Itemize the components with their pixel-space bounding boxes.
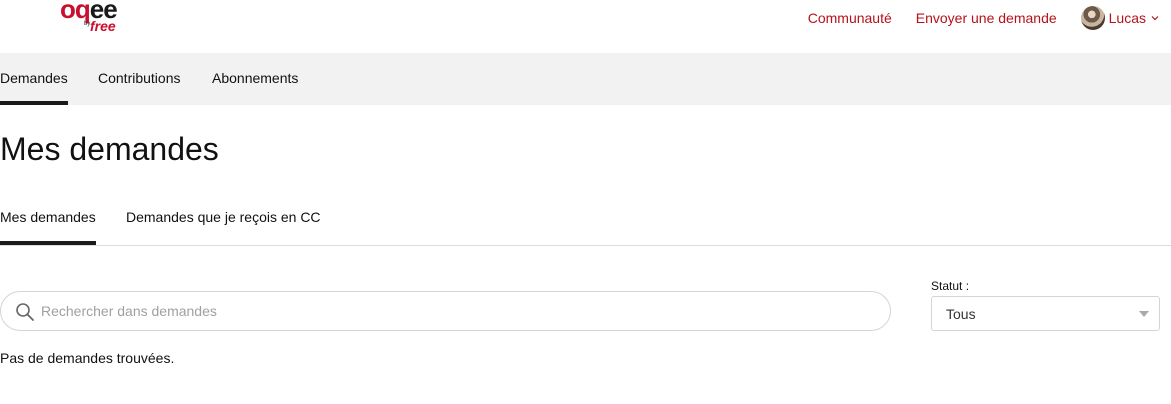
avatar	[1080, 6, 1105, 30]
requests-tabs: Mes demandes Demandes que je reçois en C…	[0, 196, 1171, 246]
logo-brand: free	[90, 18, 116, 34]
oqee-logo[interactable]: oqee by free	[60, 0, 130, 36]
search-box	[0, 291, 891, 331]
top-navigation: Communauté Envoyer une demande Lucas	[784, 0, 1171, 36]
user-menu[interactable]: Lucas	[1080, 6, 1159, 30]
search-input[interactable]	[41, 292, 881, 330]
user-name: Lucas	[1108, 10, 1146, 26]
status-label: Statut :	[931, 279, 970, 293]
chevron-down-icon	[1151, 16, 1159, 21]
site-header: oqee by free Communauté Envoyer une dema…	[0, 0, 1171, 53]
profile-subnav: Demandes Contributions Abonnements	[0, 53, 1171, 105]
page-title: Mes demandes	[0, 131, 219, 167]
tab-cc-requests[interactable]: Demandes que je reçois en CC	[126, 196, 321, 245]
status-selected-value: Tous	[946, 306, 976, 322]
submit-request-link[interactable]: Envoyer une demande	[916, 10, 1057, 26]
status-select[interactable]: Tous	[931, 296, 1160, 331]
search-icon	[16, 303, 34, 321]
caret-down-icon	[1139, 311, 1149, 317]
tab-my-requests[interactable]: Mes demandes	[0, 196, 96, 245]
subnav-tab-subscriptions[interactable]: Abonnements	[212, 53, 298, 105]
empty-message: Pas de demandes trouvées.	[0, 350, 175, 366]
subnav-tab-contributions[interactable]: Contributions	[98, 53, 181, 105]
subnav-tab-requests[interactable]: Demandes	[0, 53, 68, 105]
community-link[interactable]: Communauté	[808, 10, 892, 26]
